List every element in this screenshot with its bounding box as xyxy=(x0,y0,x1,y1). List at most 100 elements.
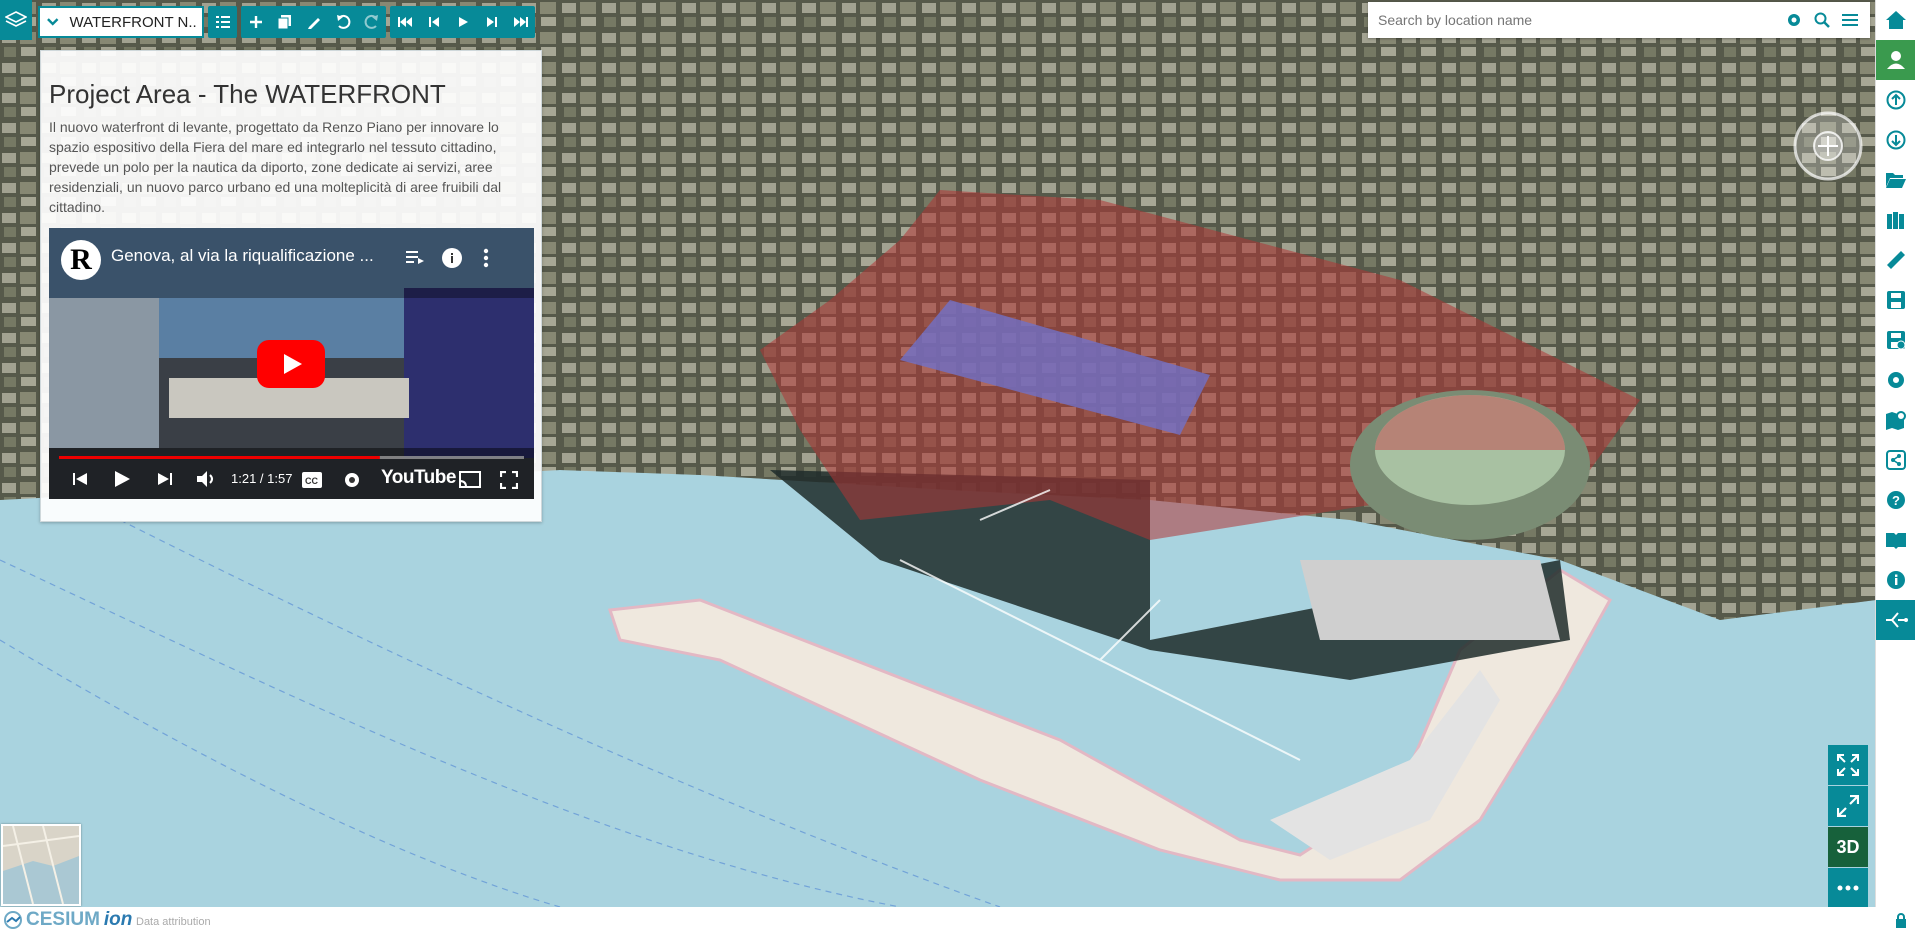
cesium-logo[interactable]: CESIUM ion xyxy=(4,909,132,931)
copy-icon xyxy=(277,15,291,30)
edit-slide-button[interactable] xyxy=(299,6,328,38)
compass-north-label: N xyxy=(1823,110,1831,111)
overview-map[interactable] xyxy=(1,824,81,906)
download-button[interactable] xyxy=(1876,120,1915,160)
panel-description: Il nuovo waterfront di levante, progetta… xyxy=(49,119,502,215)
right-sidebar: ? xyxy=(1875,0,1915,907)
upload-button[interactable] xyxy=(1876,80,1915,120)
home-icon xyxy=(1885,11,1906,29)
user-button[interactable] xyxy=(1876,40,1915,80)
measure-button[interactable] xyxy=(1876,240,1915,280)
undo-icon xyxy=(336,14,350,29)
cast-icon[interactable] xyxy=(459,471,481,494)
zoom-extent-button[interactable] xyxy=(1828,786,1868,826)
story-toolbar: WATERFRONT N... xyxy=(38,6,535,38)
redo-button[interactable] xyxy=(357,6,386,38)
data-attribution-link[interactable]: Data attribution xyxy=(136,916,211,928)
story-list-group xyxy=(208,6,237,38)
previous-video-icon[interactable] xyxy=(73,472,87,491)
add-slide-button[interactable] xyxy=(241,6,270,38)
play-button[interactable] xyxy=(448,6,477,38)
panel-title: Project Area - The WATERFRONT xyxy=(49,79,446,109)
watch-later-icon[interactable] xyxy=(406,250,424,269)
first-icon xyxy=(397,17,412,27)
undo-button[interactable] xyxy=(328,6,357,38)
more-controls-button[interactable] xyxy=(1828,868,1868,908)
previous-slide-button[interactable] xyxy=(419,6,448,38)
layers-button[interactable] xyxy=(0,0,32,40)
fullscreen-video-icon[interactable] xyxy=(499,470,519,494)
youtube-play-button[interactable] xyxy=(257,340,325,393)
settings-icon xyxy=(1887,372,1904,388)
layers-icon xyxy=(5,11,27,27)
video-player[interactable]: R Genova, al via la riqualificazione ...… xyxy=(49,228,534,499)
view-mode-button[interactable]: 3D xyxy=(1828,827,1868,867)
previous-icon xyxy=(428,17,439,27)
share-icon xyxy=(1885,450,1906,470)
compass[interactable]: N xyxy=(1792,99,1864,182)
last-icon xyxy=(513,17,528,27)
analysis-button[interactable] xyxy=(1876,600,1915,640)
story-title: WATERFRONT N... xyxy=(69,13,196,31)
resize-icon xyxy=(1837,795,1859,817)
video-title[interactable]: Genova, al via la riqualificazione ... xyxy=(111,246,374,266)
help-button[interactable]: ? xyxy=(1876,480,1915,520)
save-as-button[interactable] xyxy=(1876,320,1915,360)
last-slide-button[interactable] xyxy=(506,6,535,38)
list-icon xyxy=(215,16,230,28)
first-slide-button[interactable] xyxy=(390,6,419,38)
ruler-icon xyxy=(1886,251,1905,269)
captions-icon[interactable]: CC xyxy=(302,472,322,493)
next-icon xyxy=(486,17,497,27)
svg-text:CC: CC xyxy=(305,476,318,486)
story-list-button[interactable] xyxy=(208,6,237,38)
search-settings-icon[interactable] xyxy=(1780,2,1808,38)
user-icon xyxy=(1886,51,1905,69)
tutorial-button[interactable] xyxy=(1876,520,1915,560)
cesium-ion-text: ion xyxy=(103,909,133,930)
youtube-logo[interactable]: YouTube xyxy=(381,467,456,489)
story-panel: Project Area - The WATERFRONT Il nuovo w… xyxy=(40,50,542,522)
video-play-icon[interactable] xyxy=(114,471,130,492)
catalog-button[interactable] xyxy=(1876,200,1915,240)
map-marker-icon xyxy=(1885,411,1906,430)
story-selector[interactable]: WATERFRONT N... xyxy=(38,6,204,38)
help-icon: ? xyxy=(1886,491,1905,509)
next-video-icon[interactable] xyxy=(158,472,172,491)
home-button[interactable] xyxy=(1876,0,1915,40)
copy-slide-button[interactable] xyxy=(270,6,299,38)
volume-icon[interactable] xyxy=(197,471,217,492)
info-icon[interactable] xyxy=(442,248,462,273)
footer-lock-icon[interactable] xyxy=(1895,913,1907,934)
next-slide-button[interactable] xyxy=(477,6,506,38)
location-search xyxy=(1368,2,1870,38)
search-icon[interactable] xyxy=(1808,2,1836,38)
share-button[interactable] xyxy=(1876,440,1915,480)
video-time: 1:21 / 1:57 xyxy=(231,471,293,486)
video-settings-icon[interactable] xyxy=(343,471,361,494)
cesium-icon xyxy=(4,911,22,929)
search-input[interactable] xyxy=(1376,11,1780,29)
upload-icon xyxy=(1886,90,1905,110)
menu-icon[interactable] xyxy=(1836,2,1864,38)
map-controls: 3D xyxy=(1828,745,1868,909)
settings-button[interactable] xyxy=(1876,360,1915,400)
book-map-icon xyxy=(1886,212,1904,229)
redo-icon xyxy=(364,14,378,29)
channel-avatar[interactable]: R xyxy=(61,240,101,280)
edit-icon xyxy=(307,18,320,29)
cesium-logo-text: CESIUM xyxy=(26,909,100,930)
svg-text:?: ? xyxy=(1892,493,1900,508)
map-views-button[interactable] xyxy=(1876,400,1915,440)
analysis-icon xyxy=(1885,612,1908,628)
fullscreen-button[interactable] xyxy=(1828,745,1868,785)
chevron-down-icon xyxy=(47,18,59,26)
more-icon[interactable] xyxy=(483,248,489,273)
save-as-icon xyxy=(1886,331,1905,350)
open-button[interactable] xyxy=(1876,160,1915,200)
save-button[interactable] xyxy=(1876,280,1915,320)
save-icon xyxy=(1886,291,1905,309)
download-icon xyxy=(1886,130,1905,150)
about-button[interactable] xyxy=(1876,560,1915,600)
plus-icon xyxy=(249,16,262,28)
